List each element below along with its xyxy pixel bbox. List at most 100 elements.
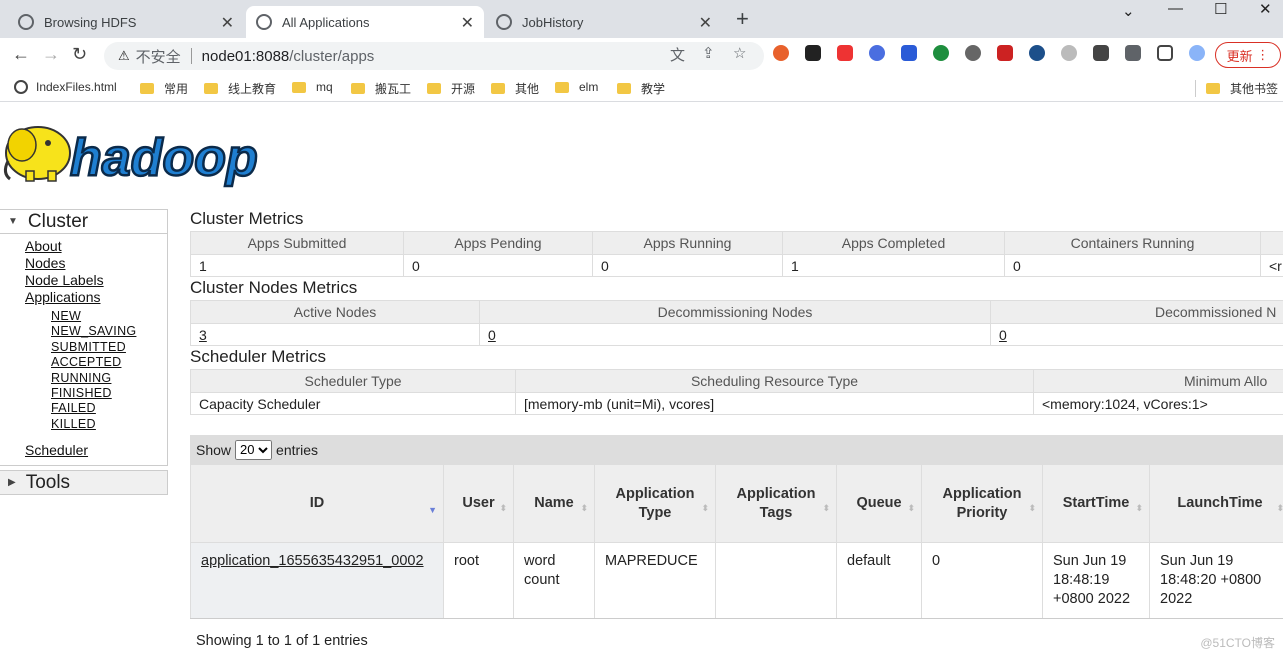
bookmark-indexfiles[interactable]: IndexFiles.html	[14, 80, 117, 94]
maximize-icon[interactable]: ☐	[1214, 0, 1227, 18]
extension-grey-icon[interactable]	[1061, 45, 1077, 61]
translate-icon[interactable]: 文	[670, 44, 685, 65]
sort-icon: ⬍	[1028, 499, 1036, 518]
share-icon[interactable]: ⇪	[702, 44, 715, 62]
col-name[interactable]: Name⬍	[514, 465, 595, 543]
tab-title: JobHistory	[522, 15, 583, 30]
col-id[interactable]: ID▼	[191, 465, 444, 543]
close-tab-icon[interactable]: ✕	[699, 13, 712, 33]
forward-icon[interactable]: →	[42, 44, 60, 65]
close-tab-icon[interactable]: ✕	[221, 13, 234, 33]
back-icon[interactable]: ←	[12, 44, 30, 65]
link-decommissioned-nodes[interactable]: 0	[999, 327, 1007, 343]
nav-app-state-new[interactable]: NEW	[25, 309, 167, 324]
col-application-tags[interactable]: Application Tags⬍	[716, 465, 837, 543]
link-decommissioning-nodes[interactable]: 0	[488, 327, 496, 343]
bookmark-folder-6[interactable]: 其他	[491, 80, 539, 97]
bookmark-folder-1[interactable]: 常用	[140, 80, 188, 97]
cluster-section-header[interactable]: ▼ Cluster	[0, 209, 168, 234]
col-apps-pending: Apps Pending	[404, 232, 593, 255]
extension-blue-icon[interactable]	[869, 45, 885, 61]
col-decommissioned-nodes: Decommissioned N	[991, 301, 1283, 324]
bookmark-folder-3[interactable]: mq	[292, 80, 333, 94]
nav-app-state-new-saving[interactable]: NEW_SAVING	[25, 324, 167, 339]
nav-nodes[interactable]: Nodes	[25, 255, 167, 272]
nav-app-state-running[interactable]: RUNNING	[25, 371, 167, 386]
col-application-tags-label: Application Tags	[716, 485, 836, 523]
update-button[interactable]: 更新 ⋮	[1215, 42, 1281, 68]
tools-section-header[interactable]: ▶ Tools	[0, 470, 168, 495]
nav-scheduler[interactable]: Scheduler	[25, 442, 167, 459]
col-user[interactable]: User⬍	[444, 465, 514, 543]
tab-jobhistory[interactable]: JobHistory ✕	[486, 6, 722, 38]
bookmark-folder-7[interactable]: elm	[555, 80, 598, 94]
url-path: /cluster/apps	[289, 48, 374, 65]
folder-icon	[204, 83, 218, 94]
nav-app-state-finished[interactable]: FINISHED	[25, 386, 167, 401]
val-apps-pending: 0	[404, 255, 593, 277]
profile-avatar-icon[interactable]	[1189, 45, 1205, 61]
col-application-type[interactable]: Application Type⬍	[595, 465, 716, 543]
nodes-metrics-title: Cluster Nodes Metrics	[190, 278, 1283, 300]
nav-about[interactable]: About	[25, 238, 167, 255]
col-application-priority[interactable]: Application Priority⬍	[922, 465, 1043, 543]
address-toolbar: ← → ↻ ⚠ 不安全 node01:8088 /cluster/apps 文 …	[0, 38, 1283, 72]
bookmark-label: elm	[579, 80, 598, 94]
nav-app-state-accepted[interactable]: ACCEPTED	[25, 355, 167, 370]
hadoop-logo[interactable]: hadoop	[0, 113, 300, 188]
extension-black-icon[interactable]	[805, 45, 821, 61]
bookmark-folder-8[interactable]: 教学	[617, 80, 665, 97]
tab-all-applications[interactable]: All Applications ✕	[246, 6, 484, 38]
bookmark-folder-5[interactable]: 开源	[427, 80, 475, 97]
col-active-nodes: Active Nodes	[191, 301, 480, 324]
cluster-metrics-table: Apps Submitted Apps Pending Apps Running…	[190, 231, 1283, 277]
val-apps-submitted: 1	[191, 255, 404, 277]
bookmark-folder-4[interactable]: 搬瓦工	[351, 80, 411, 97]
url-bar[interactable]: ⚠ 不安全 node01:8088 /cluster/apps	[104, 42, 764, 70]
folder-icon	[140, 83, 154, 94]
reload-icon[interactable]: ↻	[72, 44, 87, 65]
extension-red-icon[interactable]	[837, 45, 853, 61]
nav-app-state-failed[interactable]: FAILED	[25, 401, 167, 416]
triangle-right-icon: ▶	[8, 477, 16, 488]
col-launch-time[interactable]: LaunchTime⬍	[1150, 465, 1283, 543]
other-bookmarks[interactable]: 其他书签	[1195, 80, 1278, 97]
col-start-time[interactable]: StartTime⬍	[1043, 465, 1150, 543]
close-tab-icon[interactable]: ✕	[461, 13, 474, 33]
applications-table-wrapper: Show 20 entries ID▼ User⬍ Name⬍ Applicat…	[190, 435, 1283, 662]
extension-weibo-icon[interactable]	[773, 45, 789, 61]
col-id-label: ID	[310, 495, 325, 511]
extension-pen-icon[interactable]	[997, 45, 1013, 61]
nav-applications[interactable]: Applications	[25, 289, 167, 306]
cell-priority: 0	[922, 543, 1043, 619]
extension-se-icon[interactable]	[1093, 45, 1109, 61]
globe-icon	[496, 14, 512, 30]
col-application-priority-label: Application Priority	[922, 485, 1042, 523]
minimize-icon[interactable]: —	[1168, 0, 1183, 17]
extension-gear-icon[interactable]	[965, 45, 981, 61]
sort-icon: ⬍	[499, 499, 507, 518]
bookmark-label: 其他	[515, 80, 539, 97]
window-close-icon[interactable]: ✕	[1259, 0, 1272, 18]
bookmark-star-icon[interactable]: ☆	[733, 44, 746, 62]
nav-node-labels[interactable]: Node Labels	[25, 272, 167, 289]
extension-check-icon[interactable]	[1029, 45, 1045, 61]
tab-browsing-hdfs[interactable]: Browsing HDFS ✕	[8, 6, 244, 38]
tab-search-icon[interactable]: ⌄	[1122, 2, 1135, 20]
bookmark-folder-2[interactable]: 线上教育	[204, 80, 276, 97]
page-size-select[interactable]: 20	[235, 440, 272, 460]
globe-icon	[256, 14, 272, 30]
new-tab-icon[interactable]: +	[736, 6, 749, 32]
side-panel-icon[interactable]	[1157, 45, 1173, 61]
val-apps-running: 0	[593, 255, 783, 277]
nav-app-state-killed[interactable]: KILLED	[25, 417, 167, 432]
extension-save-icon[interactable]	[901, 45, 917, 61]
nav-app-state-submitted[interactable]: SUBMITTED	[25, 340, 167, 355]
application-id-link[interactable]: application_1655635432951_0002	[201, 553, 424, 569]
bookmark-label: 其他书签	[1230, 80, 1278, 97]
col-queue[interactable]: Queue⬍	[837, 465, 922, 543]
extensions-puzzle-icon[interactable]	[1125, 45, 1141, 61]
link-active-nodes[interactable]: 3	[199, 327, 207, 343]
warning-icon: ⚠	[118, 48, 130, 64]
extension-green-icon[interactable]	[933, 45, 949, 61]
